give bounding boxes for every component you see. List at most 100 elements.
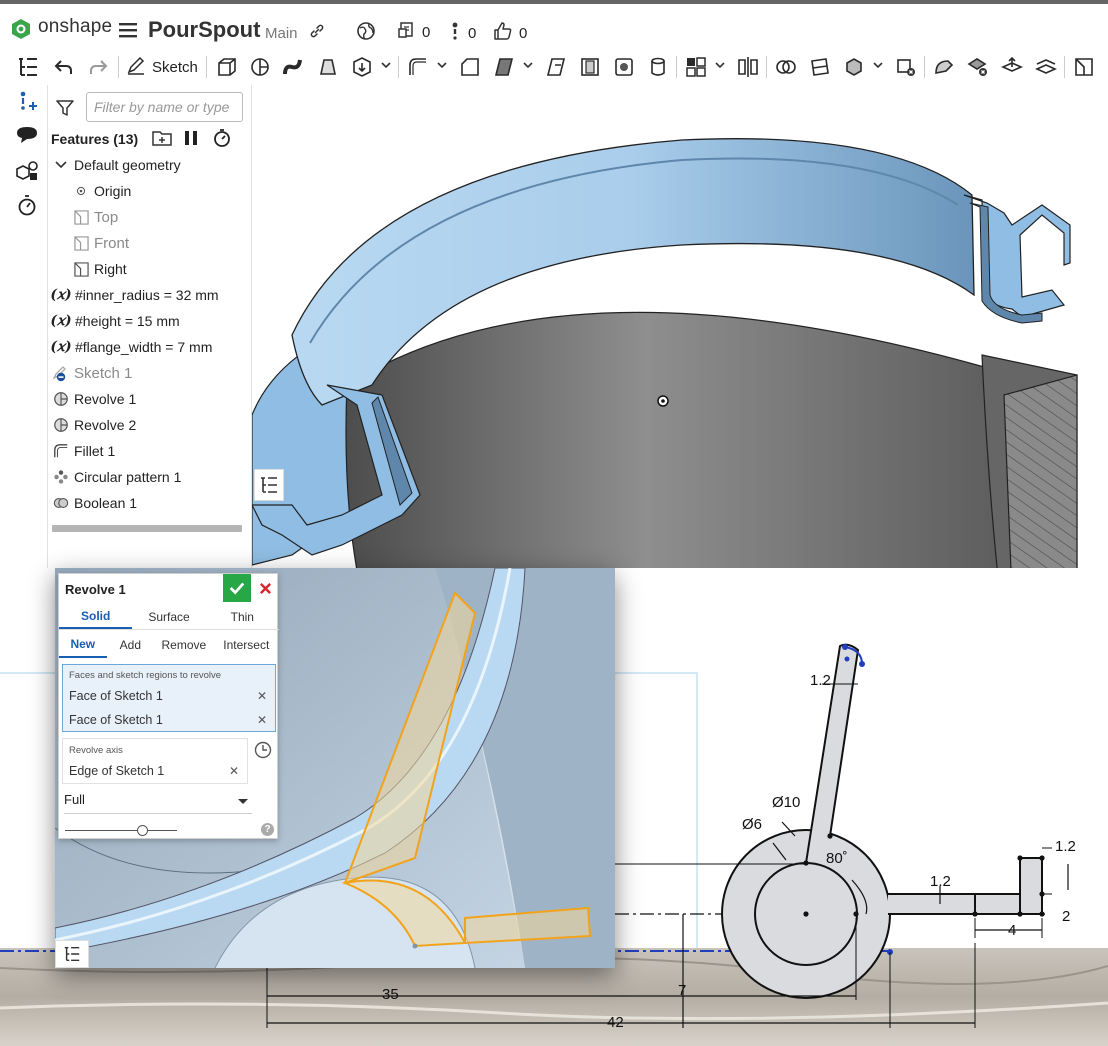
document-title[interactable]: PourSpout: [148, 17, 260, 43]
feature-variable-flange-width[interactable]: (𝑥) #flange_width = 7 mm: [50, 336, 212, 358]
feature-right-plane[interactable]: Right: [72, 258, 127, 280]
chevron-down-icon[interactable]: [52, 156, 70, 174]
dimension-label[interactable]: 7: [678, 982, 686, 999]
fillet-icon[interactable]: [406, 55, 430, 79]
chevron-down-icon[interactable]: [381, 61, 391, 69]
dimension-label[interactable]: 80˚: [826, 850, 848, 867]
selection-item[interactable]: Face of Sketch 1 ✕: [69, 689, 271, 703]
revolve-type-select[interactable]: Full: [64, 792, 252, 814]
chevron-down-icon[interactable]: [873, 61, 883, 69]
modify-fillet-icon[interactable]: [932, 55, 956, 79]
redo-icon[interactable]: [86, 55, 110, 79]
chevron-down-icon[interactable]: [437, 61, 447, 69]
list-toggle-icon[interactable]: [254, 469, 284, 501]
replace-face-icon[interactable]: [1034, 55, 1058, 79]
feature-origin[interactable]: Origin: [72, 180, 131, 202]
cancel-button[interactable]: [255, 578, 275, 598]
onshape-logo-icon[interactable]: [10, 18, 32, 40]
feature-default-geometry[interactable]: Default geometry: [52, 154, 181, 176]
dimension-label[interactable]: 1.2: [810, 672, 831, 689]
feature-circular-pattern-1[interactable]: Circular pattern 1: [52, 466, 181, 488]
delete-face-icon[interactable]: [966, 55, 990, 79]
linear-pattern-icon[interactable]: [684, 55, 708, 79]
likes-indicator[interactable]: 0: [493, 21, 527, 45]
globe-icon[interactable]: [356, 21, 376, 41]
branch-name[interactable]: Main: [265, 25, 298, 42]
close-icon[interactable]: ✕: [257, 713, 267, 727]
revolve-axis-box[interactable]: Revolve axis Edge of Sketch 1 ✕: [62, 738, 248, 784]
cylinder-icon[interactable]: [646, 55, 670, 79]
list-toggle-icon[interactable]: [55, 940, 89, 968]
shell-icon[interactable]: [578, 55, 602, 79]
follow-indicator[interactable]: 0: [450, 21, 476, 45]
dimension-label[interactable]: 2: [1062, 908, 1070, 925]
chevron-down-icon[interactable]: [523, 61, 533, 69]
sketch-point-add-icon[interactable]: [15, 89, 39, 113]
split-icon[interactable]: [808, 55, 832, 79]
hole-icon[interactable]: [612, 55, 636, 79]
dimension-label[interactable]: 42: [607, 1014, 624, 1031]
undo-icon[interactable]: [52, 55, 76, 79]
extrude-icon[interactable]: [215, 55, 239, 79]
preview-slider-thumb[interactable]: [137, 825, 148, 836]
help-icon[interactable]: ?: [261, 823, 274, 836]
tab-add[interactable]: Add: [107, 632, 155, 658]
feature-revolve-2[interactable]: Revolve 2: [52, 414, 136, 436]
stopwatch-icon[interactable]: [15, 193, 39, 217]
rollback-timer-icon[interactable]: [212, 128, 232, 148]
feature-top-plane[interactable]: Top: [72, 206, 118, 228]
delete-part-icon[interactable]: [894, 55, 918, 79]
link-icon[interactable]: [309, 23, 325, 39]
parts-icon[interactable]: [15, 159, 39, 183]
preview-slider-track[interactable]: [65, 830, 177, 831]
feature-sketch-1[interactable]: Sketch 1: [52, 362, 132, 384]
selection-item[interactable]: Edge of Sketch 1 ✕: [69, 764, 243, 778]
accept-button[interactable]: [223, 574, 251, 602]
tab-surface[interactable]: Surface: [132, 604, 205, 629]
mirror-icon[interactable]: [736, 55, 760, 79]
comments-icon[interactable]: [15, 123, 39, 147]
selection-item[interactable]: Face of Sketch 1 ✕: [69, 713, 271, 727]
feature-front-plane[interactable]: Front: [72, 232, 129, 254]
sketch-button[interactable]: Sketch: [126, 55, 198, 79]
dimension-label[interactable]: 4: [1008, 922, 1016, 939]
loft-icon[interactable]: [316, 55, 340, 79]
versions-indicator[interactable]: 0: [398, 21, 430, 43]
filter-input[interactable]: [86, 92, 243, 122]
pause-icon[interactable]: [183, 129, 199, 147]
chamfer-icon[interactable]: [458, 55, 482, 79]
chevron-down-icon[interactable]: [715, 61, 725, 69]
feature-fillet-1[interactable]: Fillet 1: [52, 440, 115, 462]
dimension-label[interactable]: Ø10: [772, 794, 800, 811]
revolve-icon[interactable]: [248, 55, 272, 79]
feature-revolve-1[interactable]: Revolve 1: [52, 388, 136, 410]
tab-thin[interactable]: Thin: [206, 604, 279, 629]
feature-boolean-1[interactable]: Boolean 1: [52, 492, 137, 514]
dimension-label[interactable]: 1.2: [1055, 838, 1076, 855]
feature-variable-height[interactable]: (𝑥) #height = 15 mm: [50, 310, 179, 332]
close-icon[interactable]: ✕: [257, 689, 267, 703]
move-face-icon[interactable]: [1000, 55, 1024, 79]
dimension-label[interactable]: 1.2: [930, 873, 951, 890]
dimension-label[interactable]: Ø6: [742, 816, 762, 833]
dimension-label[interactable]: 35: [382, 986, 399, 1003]
rib-icon[interactable]: [544, 55, 568, 79]
sweep-icon[interactable]: [282, 55, 306, 79]
panel-scrollbar[interactable]: [52, 525, 242, 532]
thicken-icon[interactable]: [350, 55, 374, 79]
feature-variable-inner-radius[interactable]: (𝑥) #inner_radius = 32 mm: [50, 284, 218, 306]
tab-new[interactable]: New: [59, 632, 107, 658]
tab-remove[interactable]: Remove: [154, 632, 213, 658]
tab-solid[interactable]: Solid: [59, 604, 133, 629]
boolean-icon[interactable]: [774, 55, 798, 79]
filter-icon[interactable]: [56, 99, 74, 117]
graphics-viewport[interactable]: [252, 85, 1108, 596]
feature-list-toggle-icon[interactable]: [16, 55, 40, 79]
tab-intersect[interactable]: Intersect: [214, 632, 279, 658]
add-folder-icon[interactable]: [152, 129, 172, 147]
close-icon[interactable]: ✕: [229, 764, 239, 778]
transform-icon[interactable]: [842, 55, 866, 79]
faces-selection-box[interactable]: Faces and sketch regions to revolve Face…: [62, 664, 276, 732]
hamburger-menu-icon[interactable]: [119, 22, 137, 38]
draft-icon[interactable]: [492, 55, 516, 79]
